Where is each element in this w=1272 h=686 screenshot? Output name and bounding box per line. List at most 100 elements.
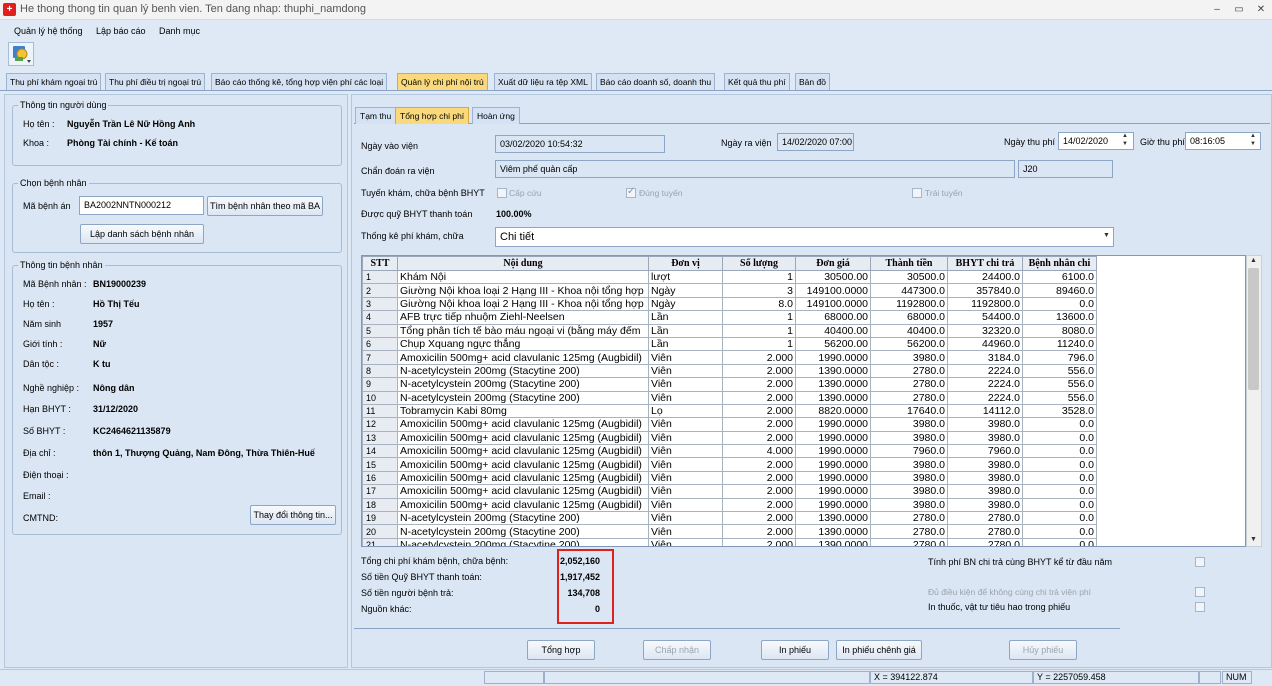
table-cell: 3980.0 — [870, 484, 948, 499]
table-cell: 17640.0 — [870, 403, 948, 419]
tab-ban-do[interactable]: Bản đồ — [795, 73, 830, 90]
thong-ke-label: Thống kê phí khám, chữa — [361, 231, 464, 241]
in-phieu-button[interactable]: In phiếu — [761, 640, 829, 660]
list-patients-button[interactable]: Lập danh sách bệnh nhân — [80, 224, 204, 244]
column-header[interactable]: Số lượng — [722, 256, 796, 271]
table-row[interactable]: 15 Amoxicilin 500mg+ acid clavulanic 125m… — [362, 457, 1097, 472]
menu-quan-ly-he-thong[interactable]: Quản lý hệ thống — [14, 26, 83, 36]
table-row[interactable]: 19 N-acetylcystein 200mg (Stacytine 200) V… — [362, 511, 1097, 526]
tab-tong-hop-chi-phi[interactable]: Tổng hợp chi phí — [395, 107, 470, 124]
menu-lap-bao-cao[interactable]: Lập báo cáo — [96, 26, 146, 36]
table-row[interactable]: 20 N-acetylcystein 200mg (Stacytine 200) V… — [362, 524, 1097, 539]
restore-icon[interactable]: ▭ — [1228, 2, 1250, 17]
table-cell: 56200.0 — [870, 336, 948, 352]
column-header[interactable]: Bệnh nhân chi — [1022, 256, 1097, 271]
patient-field-label: Nghề nghiệp : — [23, 383, 80, 393]
table-row[interactable]: 21 N-acetylcystein 200mg (Stacytine 200) V… — [362, 537, 1097, 546]
change-info-button[interactable]: Thay đổi thông tin... — [250, 505, 336, 525]
tools-icon[interactable] — [8, 42, 34, 66]
table-row[interactable]: 11 Tobramycin Kabi 80mg Lọ 2.000 8820.0000 17… — [362, 403, 1097, 419]
ngay-thu-spin-icon[interactable]: ▲ ▼ — [1122, 132, 1128, 148]
column-header[interactable]: BHYT chi trả — [947, 256, 1023, 271]
table-row[interactable]: 3 Giường Nội khoa loại 2 Hạng III - Khoa … — [362, 296, 1097, 312]
tong-hop-button[interactable]: Tổng hợp — [527, 640, 595, 660]
column-header[interactable]: STT — [362, 256, 398, 271]
table-row[interactable]: 13 Amoxicilin 500mg+ acid clavulanic 125m… — [362, 430, 1097, 446]
tab-bao-cao-doanh-so[interactable]: Báo cáo doanh số, doanh thu — [596, 73, 716, 90]
chap-nhan-button[interactable]: Chấp nhận — [643, 640, 711, 660]
row-number: 4 — [362, 310, 398, 325]
cap-cuu-checkbox[interactable] — [497, 188, 507, 198]
cost-grid[interactable]: STT Nội dung Đơn vị Số lượng Đơn giá Thành ti… — [361, 255, 1246, 547]
column-header[interactable]: Nội dung — [397, 256, 649, 271]
column-header[interactable]: Đơn giá — [795, 256, 871, 271]
ma-benh-an-input[interactable]: BA2002NNTN000212 — [79, 196, 204, 215]
table-row[interactable]: 4 AFB trực tiếp nhuộm Ziehl-Neelsen Lần 1 68… — [362, 310, 1097, 325]
table-cell: 0.0 — [1022, 497, 1097, 513]
patient-info-title: Thông tin bệnh nhân — [18, 260, 105, 270]
dung-tuyen-label: Đúng tuyến — [639, 188, 683, 198]
table-cell: 556.0 — [1022, 390, 1097, 405]
row-number: 17 — [362, 484, 398, 499]
tab-xuat-xml[interactable]: Xuất dữ liệu ra tệp XML — [494, 73, 592, 90]
tab-bao-cao-thong-ke[interactable]: Báo cáo thống kê, tổng hợp viện phí các … — [211, 73, 388, 90]
table-row[interactable]: 16 Amoxicilin 500mg+ acid clavulanic 125m… — [362, 470, 1097, 486]
table-row[interactable]: 7 Amoxicilin 500mg+ acid clavulanic 125mg… — [362, 350, 1097, 365]
tab-tam-thu[interactable]: Tạm thu — [355, 107, 397, 124]
column-header[interactable]: Đơn vị — [648, 256, 723, 271]
trai-tuyen-checkbox[interactable] — [912, 188, 922, 198]
table-cell: Giường Nội khoa loại 2 Hạng III - Khoa n… — [397, 283, 649, 298]
close-icon[interactable]: ✕ — [1250, 2, 1272, 17]
ngay-vao-field[interactable]: 03/02/2020 10:54:32 — [495, 135, 665, 153]
scrollbar-thumb[interactable] — [1248, 268, 1259, 390]
patient-field-label: Họ tên : — [23, 299, 55, 309]
table-row[interactable]: 5 Tổng phân tích tế bào máu ngoại vi (bằn… — [362, 323, 1097, 338]
minimize-icon[interactable]: – — [1206, 2, 1228, 17]
gio-thu-spin-icon[interactable]: ▲ ▼ — [1250, 132, 1256, 148]
table-row[interactable]: 9 N-acetylcystein 200mg (Stacytine 200) Vi… — [362, 377, 1097, 392]
patient-info-group — [12, 265, 342, 535]
table-row[interactable]: 14 Amoxicilin 500mg+ acid clavulanic 125m… — [362, 444, 1097, 459]
table-row[interactable]: 10 N-acetylcystein 200mg (Stacytine 200) V… — [362, 390, 1097, 405]
gio-thu-label: Giờ thu phí — [1140, 137, 1185, 147]
tab-thu-phi-kham-ngoai-tru[interactable]: Thu phí khám ngoại trú — [6, 73, 102, 90]
opt3-checkbox[interactable] — [1195, 602, 1205, 612]
table-cell: 68000.00 — [795, 310, 871, 325]
chan-doan-field[interactable]: Viêm phế quản cấp — [495, 160, 1015, 178]
ngay-ra-field[interactable]: 14/02/2020 07:00 — [777, 133, 854, 151]
tab-ket-qua-thu-phi[interactable]: Kết quả thu phí — [724, 73, 790, 90]
table-row[interactable]: 1 Khám Nội lượt 1 30500.00 30500.0 24400.0 6100… — [362, 269, 1097, 285]
dung-tuyen-checkbox[interactable] — [626, 186, 636, 198]
menu-danh-muc[interactable]: Danh mục — [159, 26, 200, 36]
opt1-checkbox[interactable] — [1195, 557, 1205, 567]
table-cell: N-acetylcystein 200mg (Stacytine 200) — [397, 524, 649, 539]
tab-quan-ly-chi-phi-noi-tru[interactable]: Quản lý chi phí nội trú — [397, 73, 488, 90]
chevron-down-icon[interactable]: ▼ — [1103, 232, 1110, 239]
table-cell: 2.000 — [722, 390, 796, 405]
patient-field-label: Giới tính : — [23, 339, 63, 349]
find-patient-button[interactable]: Tìm bệnh nhân theo mã BA — [207, 196, 323, 216]
table-cell: Amoxicilin 500mg+ acid clavulanic 125mg … — [397, 444, 649, 459]
in-phieu-chenh-gia-button[interactable]: In phiếu chênh giá — [836, 640, 922, 660]
patient-field-value: thôn 1, Thượng Quảng, Nam Đông, Thừa Thi… — [93, 448, 315, 458]
icd-field[interactable]: J20 — [1018, 160, 1113, 178]
table-cell: 3980.0 — [947, 457, 1023, 472]
table-row[interactable]: 12 Amoxicilin 500mg+ acid clavulanic 125m… — [362, 417, 1097, 432]
opt2-checkbox[interactable] — [1195, 587, 1205, 597]
tab-thu-phi-dieu-tri-ngoai-tru[interactable]: Thu phí điều trị ngoại trú — [105, 73, 206, 90]
thong-ke-select[interactable]: Chi tiết — [495, 227, 1114, 247]
table-row[interactable]: 18 Amoxicilin 500mg+ acid clavulanic 125m… — [362, 497, 1097, 513]
column-header[interactable]: Thành tiền — [870, 256, 948, 271]
tab-hoan-ung[interactable]: Hoàn ứng — [472, 107, 520, 124]
table-row[interactable]: 6 Chụp Xquang ngực thẳng Lần 1 56200.00 56200… — [362, 336, 1097, 352]
scroll-up-icon[interactable]: ▲ — [1250, 257, 1257, 264]
huy-phieu-button[interactable]: Hủy phiếu — [1009, 640, 1077, 660]
user-name: Nguyễn Trần Lê Nữ Hồng Anh — [67, 119, 196, 129]
table-row[interactable]: 17 Amoxicilin 500mg+ acid clavulanic 125m… — [362, 484, 1097, 499]
scroll-down-icon[interactable]: ▼ — [1250, 536, 1257, 543]
table-cell: 0.0 — [1022, 484, 1097, 499]
table-row[interactable]: 2 Giường Nội khoa loại 2 Hạng III - Khoa … — [362, 283, 1097, 298]
table-cell: Viên — [648, 377, 723, 392]
table-cell: Viên — [648, 350, 723, 365]
table-row[interactable]: 8 N-acetylcystein 200mg (Stacytine 200) Vi… — [362, 363, 1097, 379]
